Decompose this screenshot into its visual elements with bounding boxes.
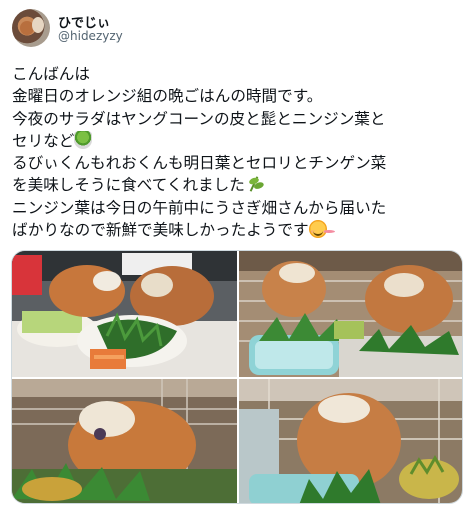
tweet-text: こんばんは 金曜日のオレンジ組の晩ごはんの時間です。 今夜のサラダはヤングコーン… [12, 63, 462, 241]
tweet-line-with-emoji: ばかりなので新鮮で美味しかったようです [12, 219, 462, 241]
tweet-line: ニンジン葉は今日の午前中にうさぎ畑さんから届いた [12, 198, 387, 217]
photo-guinea-pigs-salad[interactable] [12, 251, 237, 377]
tweet-line-text: を美味しそうに食べてくれました [12, 176, 245, 195]
tweet-line-text: ばかりなので新鮮で美味しかったようです [12, 221, 309, 240]
tweet-line-with-emoji: を美味しそうに食べてくれました [12, 174, 462, 196]
avatar[interactable] [12, 9, 50, 47]
salad-emoji-icon [74, 130, 93, 149]
tweet-line: 金曜日のオレンジ組の晩ごはんの時間です。 [12, 87, 323, 106]
tweet-line-with-emoji: セリなど [12, 130, 462, 152]
tweet: ひでじぃ @hidezyzy こんばんは 金曜日のオレンジ組の晩ごはんの時間です… [0, 0, 471, 510]
media-grid [11, 250, 463, 504]
tweet-line: こんばんは [12, 65, 90, 83]
herb-emoji-icon [245, 175, 263, 193]
smiling-face-emoji-icon [308, 220, 327, 239]
tweet-header: ひでじぃ @hidezyzy [12, 9, 452, 49]
user-handle[interactable]: @hidezyzy [58, 29, 123, 43]
tweet-line: 今夜のサラダはヤングコーンの皮と髭とニンジン葉と [12, 109, 386, 128]
tweet-line-text: セリなど [12, 131, 75, 150]
photo-guinea-pigs-cage[interactable] [239, 251, 462, 377]
tweet-line: るびぃくんもれおくんも明日葉とセロリとチンゲン菜 [12, 154, 387, 173]
photo-guinea-pig-closeup[interactable] [12, 379, 237, 503]
photo-guinea-pig-eating[interactable] [239, 379, 462, 503]
